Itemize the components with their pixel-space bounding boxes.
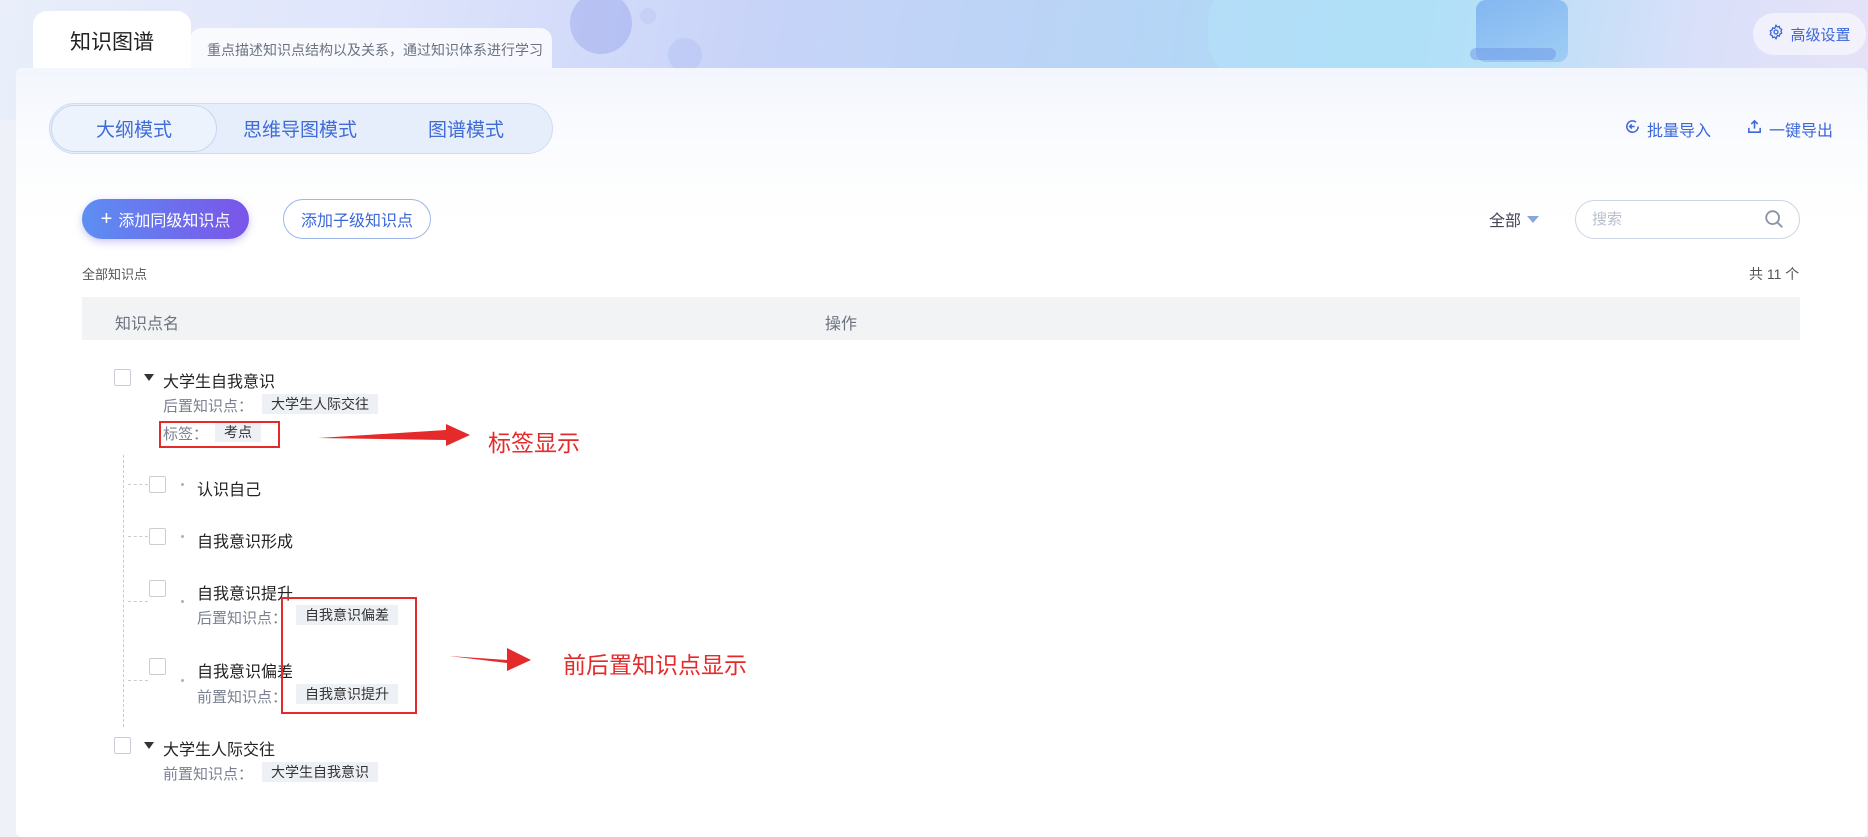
annotation-text-prereq: 前后置知识点显示 — [563, 652, 747, 678]
row-checkbox[interactable] — [149, 580, 166, 597]
advanced-settings-button[interactable]: 高级设置 — [1753, 13, 1866, 55]
batch-import-label: 批量导入 — [1647, 123, 1712, 140]
add-child-button[interactable]: 添加子级知识点 — [283, 199, 431, 239]
bullet-dot — [181, 600, 184, 603]
tab-knowledge-graph[interactable]: 知识图谱 — [33, 11, 191, 71]
post-prereq-label: 后置知识点： — [197, 610, 288, 627]
bullet-dot — [181, 535, 184, 538]
row-checkbox[interactable] — [114, 369, 131, 386]
annotation-box-tag — [159, 421, 280, 448]
tab-description: 重点描述知识点结构以及关系，通过知识体系进行学习 — [190, 28, 552, 71]
filter-value: 全部 — [1489, 213, 1522, 230]
tree-node-name[interactable]: 自我意识形成 — [197, 528, 293, 552]
tree-node-name[interactable]: 大学生人际交往 — [163, 736, 275, 760]
upload-icon — [1746, 118, 1763, 140]
bullet-dot — [181, 679, 184, 682]
filter-select[interactable]: 全部 — [1489, 208, 1540, 230]
annotation-box-prereq — [281, 597, 417, 714]
decor-bubble — [640, 8, 656, 24]
row-checkbox[interactable] — [149, 658, 166, 675]
import-icon — [1624, 118, 1641, 140]
expand-toggle-icon[interactable] — [144, 742, 154, 749]
mode-outline[interactable]: 大纲模式 — [51, 105, 217, 152]
tree-node-name[interactable]: 认识自己 — [197, 476, 261, 500]
bullet-dot — [181, 483, 184, 486]
tree-guide-line — [128, 484, 148, 485]
tree-guide-line — [128, 601, 148, 602]
add-sibling-button[interactable]: + 添加同级知识点 — [82, 199, 249, 239]
plus-icon: + — [100, 208, 113, 230]
annotation-arrow-icon — [449, 648, 531, 671]
batch-import-button[interactable]: 批量导入 — [1624, 118, 1711, 140]
expand-toggle-icon[interactable] — [144, 374, 154, 381]
tree-guide-line — [128, 536, 148, 537]
search-icon[interactable] — [1763, 208, 1785, 235]
advanced-settings-label: 高级设置 — [1790, 26, 1851, 44]
mode-mindmap[interactable]: 思维导图模式 — [217, 105, 383, 152]
caret-down-icon — [1527, 215, 1540, 223]
annotation-arrow-icon — [318, 424, 470, 446]
tree-guide-line — [128, 680, 148, 681]
mode-graph[interactable]: 图谱模式 — [383, 105, 549, 152]
column-header-name: 知识点名 — [115, 316, 180, 333]
add-sibling-label: 添加同级知识点 — [118, 213, 231, 230]
decor-bar — [1470, 48, 1556, 60]
main-card — [16, 68, 1867, 837]
column-header-actions: 操作 — [825, 316, 858, 333]
table-header — [82, 297, 1800, 340]
gear-icon — [1768, 24, 1784, 44]
summary-count: 共 11 个 — [1749, 266, 1800, 282]
tree-guide-line — [123, 455, 124, 727]
pre-prereq-label: 前置知识点： — [197, 689, 288, 706]
tree-node-name[interactable]: 大学生自我意识 — [163, 368, 275, 392]
decor-bubble — [570, 0, 632, 54]
annotation-text-tag: 标签显示 — [488, 430, 580, 456]
tree-node-name[interactable]: 自我意识偏差 — [197, 658, 293, 682]
pre-prereq-tag[interactable]: 大学生自我意识 — [262, 762, 378, 782]
row-checkbox[interactable] — [149, 528, 166, 545]
decor-bubble — [668, 38, 702, 72]
summary-title: 全部知识点 — [82, 267, 148, 282]
export-button[interactable]: 一键导出 — [1746, 118, 1833, 140]
tree-node-name[interactable]: 自我意识提升 — [197, 580, 293, 604]
export-label: 一键导出 — [1769, 123, 1834, 140]
post-prereq-label: 后置知识点： — [163, 398, 254, 415]
row-checkbox[interactable] — [114, 737, 131, 754]
pre-prereq-label: 前置知识点： — [163, 766, 254, 783]
row-checkbox[interactable] — [149, 476, 166, 493]
post-prereq-tag[interactable]: 大学生人际交往 — [262, 394, 378, 414]
